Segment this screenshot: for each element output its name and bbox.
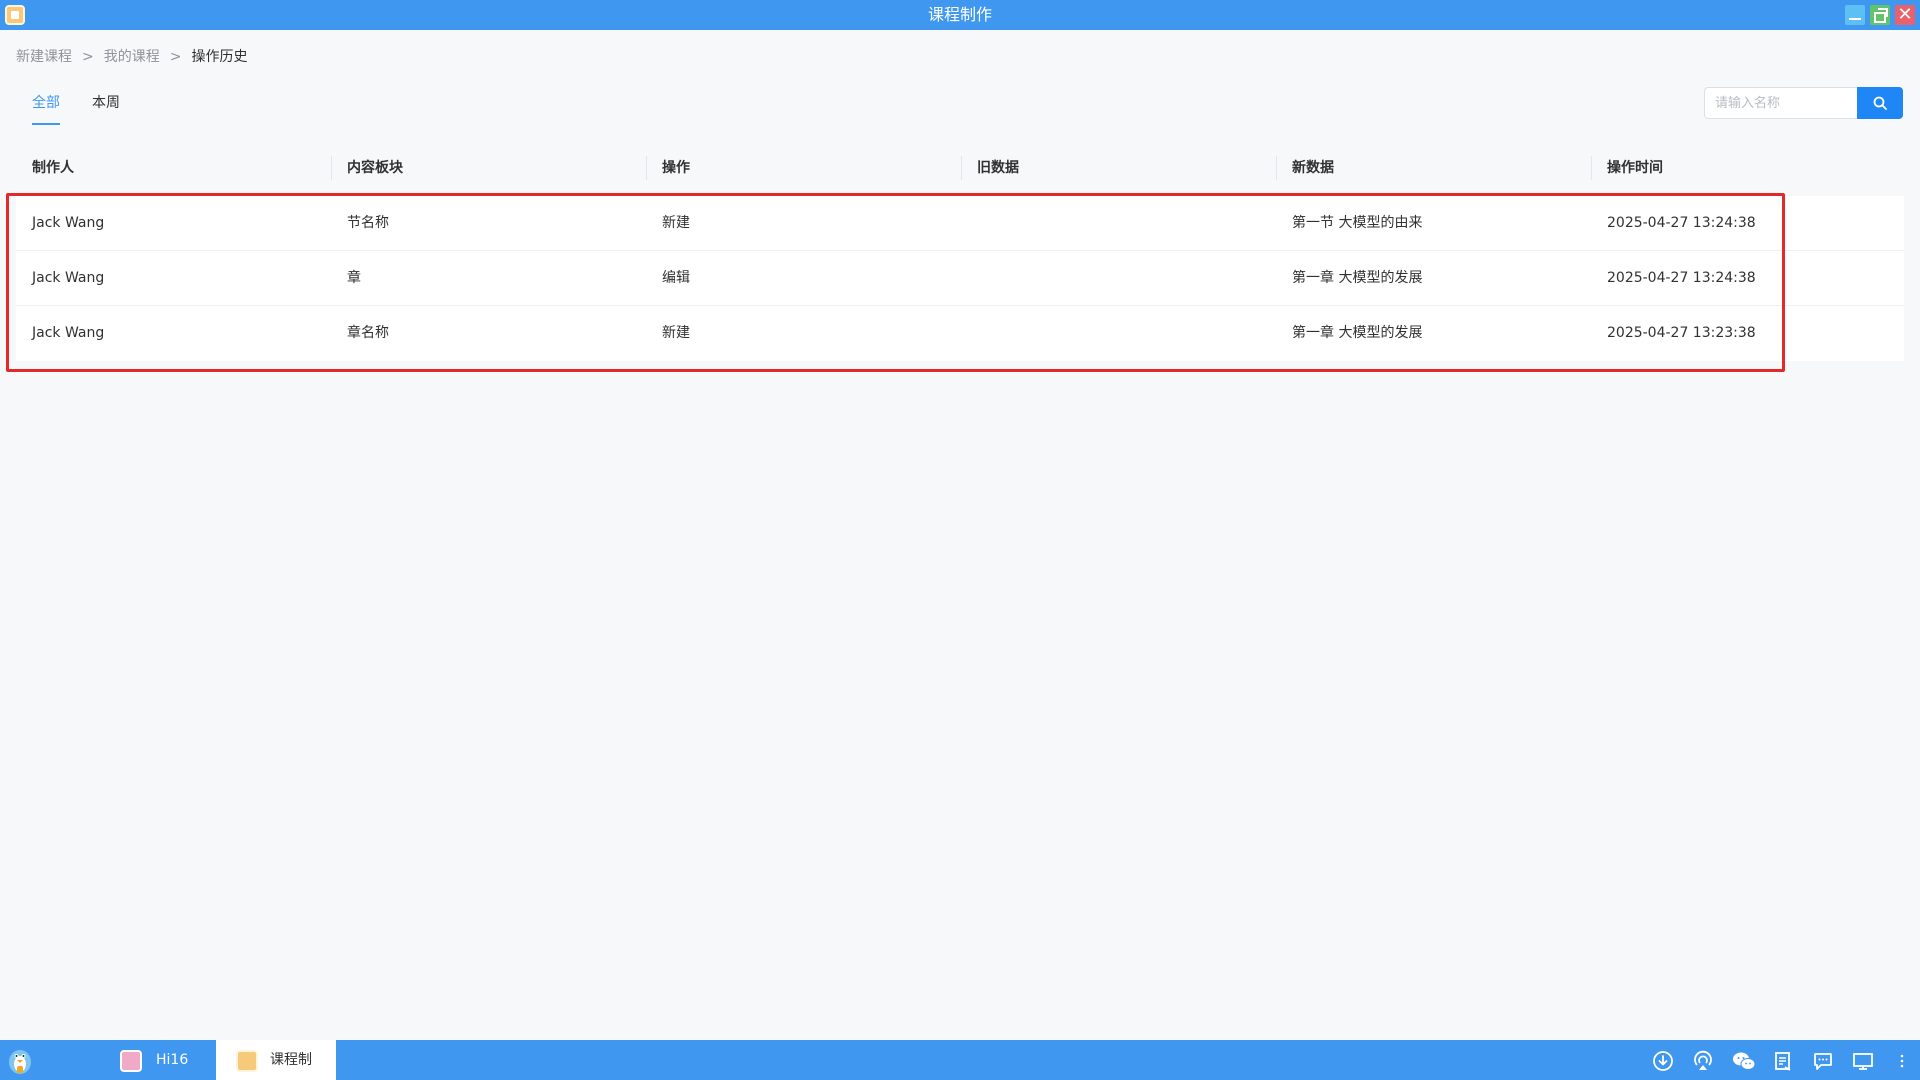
- breadcrumb: 新建课程 > 我的课程 > 操作历史: [16, 46, 247, 66]
- cell-operation-time: 2025-04-27 13:23:38: [1607, 325, 1756, 341]
- airplay-icon[interactable]: [1692, 1050, 1714, 1072]
- table-header: 制作人 内容板块 操作 旧数据 新数据 操作时间: [16, 148, 1904, 196]
- start-button[interactable]: [4, 1044, 36, 1076]
- tab-this-week[interactable]: 本周: [92, 92, 120, 112]
- breadcrumb-separator: >: [169, 49, 182, 65]
- wechat-icon[interactable]: [1732, 1050, 1756, 1072]
- minimize-button[interactable]: [1845, 5, 1865, 25]
- taskbar-item-hi16[interactable]: Hi16: [110, 1040, 210, 1080]
- taskbar: Hi16 课程制: [0, 1040, 1920, 1080]
- table-row[interactable]: Jack Wang 章名称 新建 第一章 大模型的发展 2025-04-27 1…: [16, 306, 1904, 361]
- search-button[interactable]: [1857, 87, 1903, 119]
- restore-button[interactable]: [1870, 5, 1890, 25]
- tab-all[interactable]: 全部: [32, 92, 60, 112]
- cell-creator: Jack Wang: [32, 215, 105, 231]
- cell-operation: 编辑: [662, 270, 690, 286]
- cell-new-data: 第一章 大模型的发展: [1292, 270, 1423, 286]
- window-title: 课程制作: [927, 5, 992, 24]
- more-icon[interactable]: [1892, 1050, 1912, 1072]
- course-app-icon: [236, 1050, 258, 1072]
- breadcrumb-item-new-course[interactable]: 新建课程: [16, 46, 72, 66]
- cell-operation: 新建: [662, 325, 690, 341]
- penguin-icon: [9, 1050, 31, 1074]
- column-header-operation: 操作: [646, 148, 961, 196]
- column-header-operation-time: 操作时间: [1591, 148, 1904, 196]
- cell-content-section: 节名称: [347, 215, 389, 231]
- search-icon: [1873, 96, 1887, 110]
- download-icon[interactable]: [1652, 1050, 1674, 1072]
- cell-creator: Jack Wang: [32, 325, 105, 341]
- column-header-content-section: 内容板块: [331, 148, 646, 196]
- column-header-old-data: 旧数据: [961, 148, 1276, 196]
- cell-new-data: 第一节 大模型的由来: [1292, 215, 1423, 231]
- active-tab-indicator: [32, 123, 60, 125]
- cell-operation-time: 2025-04-27 13:24:38: [1607, 270, 1756, 286]
- search-input[interactable]: [1704, 87, 1857, 119]
- table-row[interactable]: Jack Wang 节名称 新建 第一节 大模型的由来 2025-04-27 1…: [16, 196, 1904, 251]
- cell-operation: 新建: [662, 215, 690, 231]
- close-button[interactable]: ✕: [1895, 5, 1915, 25]
- display-icon[interactable]: [1852, 1050, 1874, 1072]
- title-bar: 课程制作 ✕: [0, 0, 1920, 30]
- column-header-new-data: 新数据: [1276, 148, 1591, 196]
- table-body: Jack Wang 节名称 新建 第一节 大模型的由来 2025-04-27 1…: [16, 196, 1904, 361]
- breadcrumb-separator: >: [82, 49, 94, 65]
- hi16-app-icon: [120, 1050, 142, 1072]
- column-header-creator: 制作人: [32, 160, 74, 176]
- cell-new-data: 第一章 大模型的发展: [1292, 325, 1423, 341]
- chat-icon[interactable]: [1812, 1050, 1834, 1072]
- cell-content-section: 章: [347, 270, 361, 286]
- cell-operation-time: 2025-04-27 13:24:38: [1607, 215, 1756, 231]
- history-table: 制作人 内容板块 操作 旧数据 新数据 操作时间 Jack Wang 节名称 新…: [16, 148, 1904, 361]
- document-icon[interactable]: [1772, 1050, 1794, 1072]
- taskbar-item-course-maker[interactable]: 课程制: [216, 1040, 336, 1080]
- breadcrumb-item-my-courses[interactable]: 我的课程: [104, 46, 160, 66]
- table-row[interactable]: Jack Wang 章 编辑 第一章 大模型的发展 2025-04-27 13:…: [16, 251, 1904, 306]
- cell-creator: Jack Wang: [32, 270, 105, 286]
- breadcrumb-item-history: 操作历史: [191, 49, 248, 65]
- cell-old-data: [961, 196, 977, 251]
- cell-content-section: 章名称: [347, 325, 389, 341]
- cell-old-data: [961, 251, 977, 306]
- cell-old-data: [961, 306, 977, 361]
